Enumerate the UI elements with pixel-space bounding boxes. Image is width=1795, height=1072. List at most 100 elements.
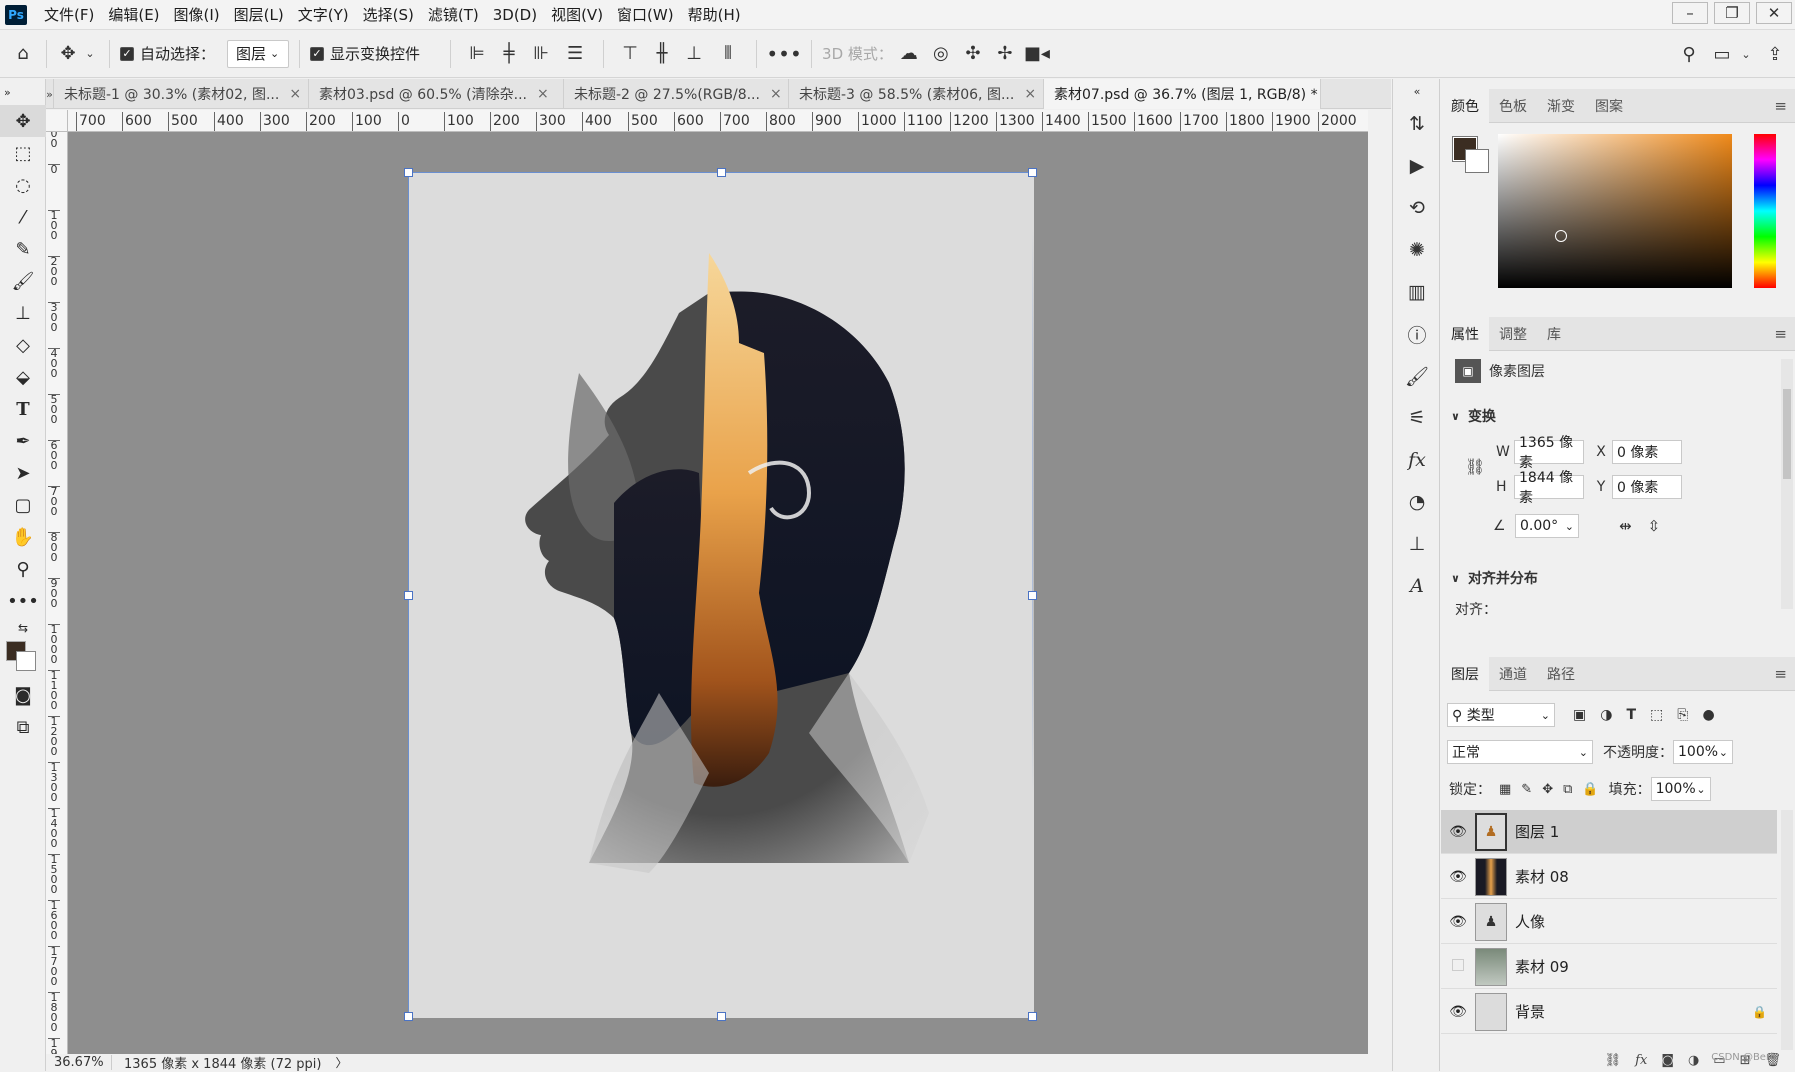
visibility-eye-icon[interactable]: 👁 bbox=[1441, 914, 1475, 930]
zoom-level[interactable]: 36.67% bbox=[46, 1055, 112, 1070]
tab-paths[interactable]: 路径 bbox=[1537, 657, 1585, 691]
tab-layers[interactable]: 图层 bbox=[1441, 656, 1489, 691]
info-icon[interactable]: ⓘ bbox=[1393, 313, 1441, 355]
panel-menu-icon[interactable]: ≡ bbox=[1774, 665, 1787, 683]
adjustments-icon[interactable]: ⚟ bbox=[1393, 397, 1441, 439]
tab-doc-4[interactable]: 未标题-3 @ 58.5% (素材06, 图... × bbox=[789, 79, 1044, 109]
x-field[interactable]: 0 像素 bbox=[1612, 440, 1682, 464]
background-color-swatch[interactable] bbox=[1465, 149, 1489, 173]
transform-handle-l[interactable] bbox=[404, 591, 413, 600]
align-left-icon[interactable]: ⊫ bbox=[461, 30, 493, 78]
clone-source-icon[interactable]: ⊥ bbox=[1393, 523, 1441, 565]
distribute-h-icon[interactable]: ⫴ bbox=[710, 30, 746, 78]
y-field[interactable]: 0 像素 bbox=[1612, 475, 1682, 499]
document-canvas[interactable] bbox=[404, 168, 1037, 1021]
transform-handle-b[interactable] bbox=[717, 1012, 726, 1021]
path-select-tool-icon[interactable]: ➤ bbox=[0, 457, 46, 489]
lock-position-icon[interactable]: ✥ bbox=[1542, 782, 1553, 797]
3d-slide-icon[interactable]: ✢ bbox=[989, 30, 1021, 78]
filter-type-icon[interactable]: T bbox=[1626, 707, 1636, 723]
lock-pixels-icon[interactable]: ✎ bbox=[1521, 782, 1532, 797]
align-vcenter-icon[interactable]: ╫ bbox=[646, 30, 678, 78]
transform-handle-t[interactable] bbox=[717, 168, 726, 177]
glyphs-icon[interactable]: A bbox=[1393, 565, 1441, 607]
layer-name[interactable]: 图层 1 bbox=[1515, 821, 1559, 842]
close-window-button[interactable]: ✕ bbox=[1756, 2, 1792, 24]
minimize-button[interactable]: – bbox=[1672, 2, 1708, 24]
tab-doc-5-active[interactable]: 素材07.psd @ 36.7% (图层 1, RGB/8) *× bbox=[1044, 79, 1321, 109]
hand-tool-icon[interactable]: ✋ bbox=[0, 521, 46, 553]
align-bottom-icon[interactable]: ⊥ bbox=[678, 30, 710, 78]
lock-all-icon[interactable]: 🔒 bbox=[1582, 782, 1598, 797]
align-right-icon[interactable]: ⊪ bbox=[525, 30, 557, 78]
restore-button[interactable]: ❐ bbox=[1714, 2, 1750, 24]
layer-style-icon[interactable]: fx bbox=[1635, 1053, 1647, 1068]
layer-row[interactable]: 👁 背景 🔒 bbox=[1441, 990, 1777, 1034]
lock-artboard-icon[interactable]: ⧉ bbox=[1563, 782, 1572, 797]
menu-image[interactable]: 图像(I) bbox=[167, 0, 227, 30]
marquee-tool-icon[interactable]: ⬚ bbox=[0, 137, 46, 169]
3d-roll-icon[interactable]: ◎ bbox=[925, 30, 957, 78]
brush-tool-icon[interactable]: 🖌 bbox=[0, 265, 46, 297]
move-tool-icon[interactable]: ✥ bbox=[0, 105, 46, 137]
history-icon[interactable]: ⟲ bbox=[1393, 187, 1441, 229]
transform-handle-bl[interactable] bbox=[404, 1012, 413, 1021]
menu-help[interactable]: 帮助(H) bbox=[681, 0, 748, 30]
layer-name[interactable]: 素材 08 bbox=[1515, 866, 1569, 887]
visibility-eye-icon[interactable]: 👁 bbox=[1441, 869, 1475, 885]
pen-tool-icon[interactable]: ✒ bbox=[0, 425, 46, 457]
move-tool-icon[interactable]: ✥ bbox=[55, 30, 81, 78]
menu-3d[interactable]: 3D(D) bbox=[486, 0, 544, 30]
actions-play-icon[interactable]: ▶ bbox=[1393, 145, 1441, 187]
layer-name[interactable]: 背景 bbox=[1515, 1001, 1545, 1022]
menu-select[interactable]: 选择(S) bbox=[356, 0, 421, 30]
stamp-tool-icon[interactable]: ⊥ bbox=[0, 297, 46, 329]
scroll-thumb[interactable] bbox=[1783, 389, 1791, 479]
panel-menu-icon[interactable]: ≡ bbox=[1774, 325, 1787, 343]
tab-patterns[interactable]: 图案 bbox=[1585, 89, 1633, 123]
layer-name[interactable]: 人像 bbox=[1515, 911, 1545, 932]
quick-mask-icon[interactable]: ◙ bbox=[0, 679, 46, 711]
panel-menu-icon[interactable]: ≡ bbox=[1774, 97, 1787, 115]
layer-filter-dropdown[interactable]: ⚲ 类型 ⌄ bbox=[1447, 703, 1555, 727]
align-top-icon[interactable]: ⊤ bbox=[614, 30, 646, 78]
more-tools-icon[interactable]: ••• bbox=[0, 585, 46, 617]
auto-select-checkbox[interactable]: ✓ bbox=[120, 46, 134, 61]
layers-scrollbar[interactable] bbox=[1781, 810, 1793, 1050]
transform-handle-tr[interactable] bbox=[1028, 168, 1037, 177]
blend-mode-dropdown[interactable]: 正常 ⌄ bbox=[1447, 740, 1593, 764]
search-icon[interactable]: ⚲ bbox=[1671, 30, 1707, 78]
more-options-icon[interactable]: ••• bbox=[766, 30, 801, 78]
transform-handle-br[interactable] bbox=[1028, 1012, 1037, 1021]
close-icon[interactable]: × bbox=[1024, 86, 1036, 102]
close-icon[interactable]: × bbox=[289, 86, 301, 102]
3d-rotate-icon[interactable]: ☁ bbox=[893, 30, 925, 78]
flip-vertical-icon[interactable]: ⇳ bbox=[1648, 517, 1661, 535]
close-icon[interactable]: × bbox=[770, 86, 782, 102]
tab-properties[interactable]: 属性 bbox=[1441, 316, 1489, 351]
add-mask-icon[interactable]: ◙ bbox=[1661, 1053, 1674, 1068]
transform-handle-tl[interactable] bbox=[404, 168, 413, 177]
brush-panel-icon[interactable]: 🖌 bbox=[1393, 355, 1441, 397]
menu-layer[interactable]: 图层(L) bbox=[227, 0, 291, 30]
filter-shape-icon[interactable]: ⬚ bbox=[1650, 707, 1663, 723]
lock-transparent-icon[interactable]: ▦ bbox=[1499, 782, 1511, 797]
layer-row[interactable]: 👁 素材 08 bbox=[1441, 855, 1777, 899]
vertical-ruler[interactable]: 1000100200300400500600700800900100011001… bbox=[46, 132, 68, 1054]
history-states-icon[interactable]: ⇅ bbox=[1393, 103, 1441, 145]
background-color-swatch[interactable] bbox=[16, 651, 36, 671]
status-arrow-icon[interactable]: 〉 bbox=[321, 1054, 347, 1071]
lasso-tool-icon[interactable]: ◌ bbox=[0, 169, 46, 201]
tab-gradients[interactable]: 渐变 bbox=[1537, 89, 1585, 123]
tab-doc-1[interactable]: 未标题-1 @ 30.3% (素材02, 图... × bbox=[54, 79, 309, 109]
color-swatches[interactable] bbox=[0, 639, 45, 679]
properties-scrollbar[interactable] bbox=[1781, 359, 1793, 609]
workspace-icon[interactable]: ▭ bbox=[1707, 30, 1737, 78]
chevron-down-icon[interactable]: ⌄ bbox=[81, 30, 99, 78]
filter-smart-object-icon[interactable]: ⎘ bbox=[1677, 707, 1688, 723]
auto-select-target-dropdown[interactable]: 图层 ⌄ bbox=[227, 39, 290, 68]
magic-wand-tool-icon[interactable]: ⁄ bbox=[0, 201, 46, 233]
align-hcenter-icon[interactable]: ╪ bbox=[493, 30, 525, 78]
bucket-tool-icon[interactable]: ⬙ bbox=[0, 361, 46, 393]
width-field[interactable]: 1365 像素 bbox=[1514, 435, 1584, 471]
